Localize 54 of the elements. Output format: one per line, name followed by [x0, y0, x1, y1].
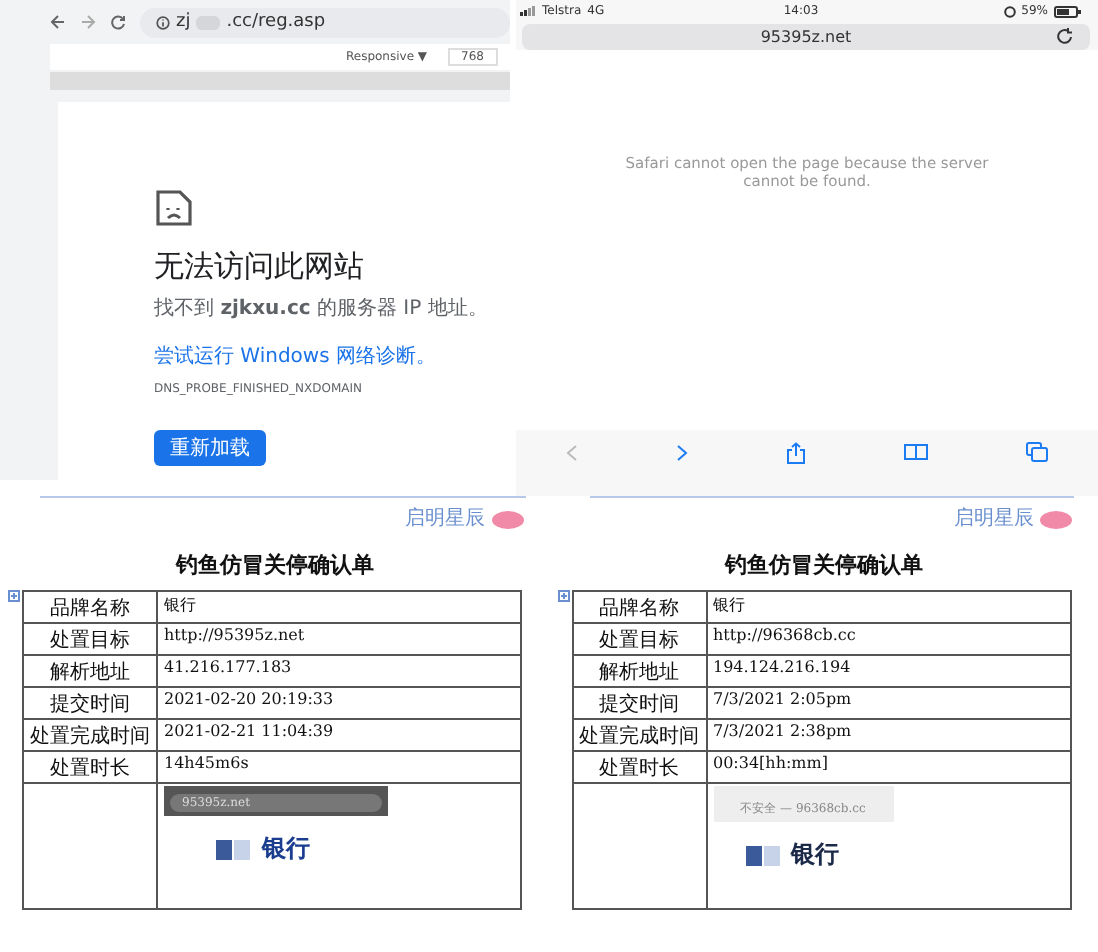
- company-logo-text: 启明星辰: [405, 505, 485, 532]
- field-label: 提交时间: [23, 687, 157, 719]
- bookmarks-icon[interactable]: [904, 444, 929, 460]
- field-label: 处置时长: [23, 751, 157, 783]
- diagnostics-link[interactable]: 尝试运行 Windows 网络诊断。: [154, 342, 436, 370]
- bank-logo-icon: [743, 841, 783, 869]
- signal-icon: [520, 6, 536, 16]
- info-icon: [156, 15, 170, 29]
- field-label: 解析地址: [23, 655, 157, 687]
- reload-button[interactable]: 重新加载: [154, 430, 266, 466]
- field-value: 2021-02-20 20:19:33: [157, 687, 521, 719]
- field-label: 处置完成时间: [23, 719, 157, 751]
- field-label: 品牌名称: [572, 591, 706, 623]
- field-value: 2021-02-21 11:04:39: [157, 719, 521, 751]
- table-move-icon[interactable]: [557, 590, 569, 602]
- back-icon[interactable]: [50, 14, 66, 30]
- logo-blob-icon: [1038, 507, 1074, 529]
- document-title: 钓鱼仿冒关停确认单: [173, 550, 376, 580]
- field-label: 解析地址: [572, 655, 706, 687]
- forward-icon[interactable]: [675, 443, 688, 461]
- reload-icon[interactable]: [1056, 28, 1074, 44]
- field-label: 处置目标: [572, 623, 706, 655]
- sad-page-icon: [154, 188, 194, 228]
- bank-name: 银行: [791, 838, 839, 872]
- company-logo-text: 启明星辰: [954, 505, 1034, 532]
- field-label: 处置目标: [23, 623, 157, 655]
- field-value: 41.216.177.183: [157, 655, 521, 687]
- field-value: http://95395z.net: [157, 623, 521, 655]
- table-move-icon[interactable]: [8, 590, 20, 602]
- address-bar[interactable]: zj .cc/reg.asp: [140, 7, 510, 37]
- share-icon[interactable]: [785, 441, 806, 463]
- reload-icon[interactable]: [110, 14, 126, 30]
- forward-icon[interactable]: [80, 14, 96, 30]
- battery-icon: [1053, 5, 1082, 17]
- error-title: 无法访问此网站: [154, 248, 366, 286]
- field-label: 品牌名称: [23, 591, 157, 623]
- bank-name: 银行: [262, 832, 310, 866]
- address-bar[interactable]: 95395z.net: [522, 24, 1090, 50]
- field-value: 00:34[hh:mm]: [706, 751, 1070, 783]
- field-label: 处置完成时间: [572, 719, 706, 751]
- logo-blob-icon: [489, 507, 525, 529]
- field-value: 7/3/2021 2:05pm: [706, 687, 1070, 719]
- field-label: 提交时间: [572, 687, 706, 719]
- field-label: 处置时长: [572, 751, 706, 783]
- field-value: 14h45m6s: [157, 751, 521, 783]
- bank-logo-icon: [214, 835, 254, 863]
- field-value: 银行: [157, 591, 521, 623]
- field-value: 银行: [706, 591, 1070, 623]
- error-message: 找不到 zjkxu.cc 的服务器 IP 地址。: [154, 295, 490, 322]
- field-value: 7/3/2021 2:38pm: [706, 719, 1070, 751]
- field-value: 194.124.216.194: [706, 655, 1070, 687]
- document-title: 钓鱼仿冒关停确认单: [722, 550, 925, 580]
- tabs-icon[interactable]: [1026, 442, 1049, 462]
- field-value: http://96368cb.cc: [706, 623, 1070, 655]
